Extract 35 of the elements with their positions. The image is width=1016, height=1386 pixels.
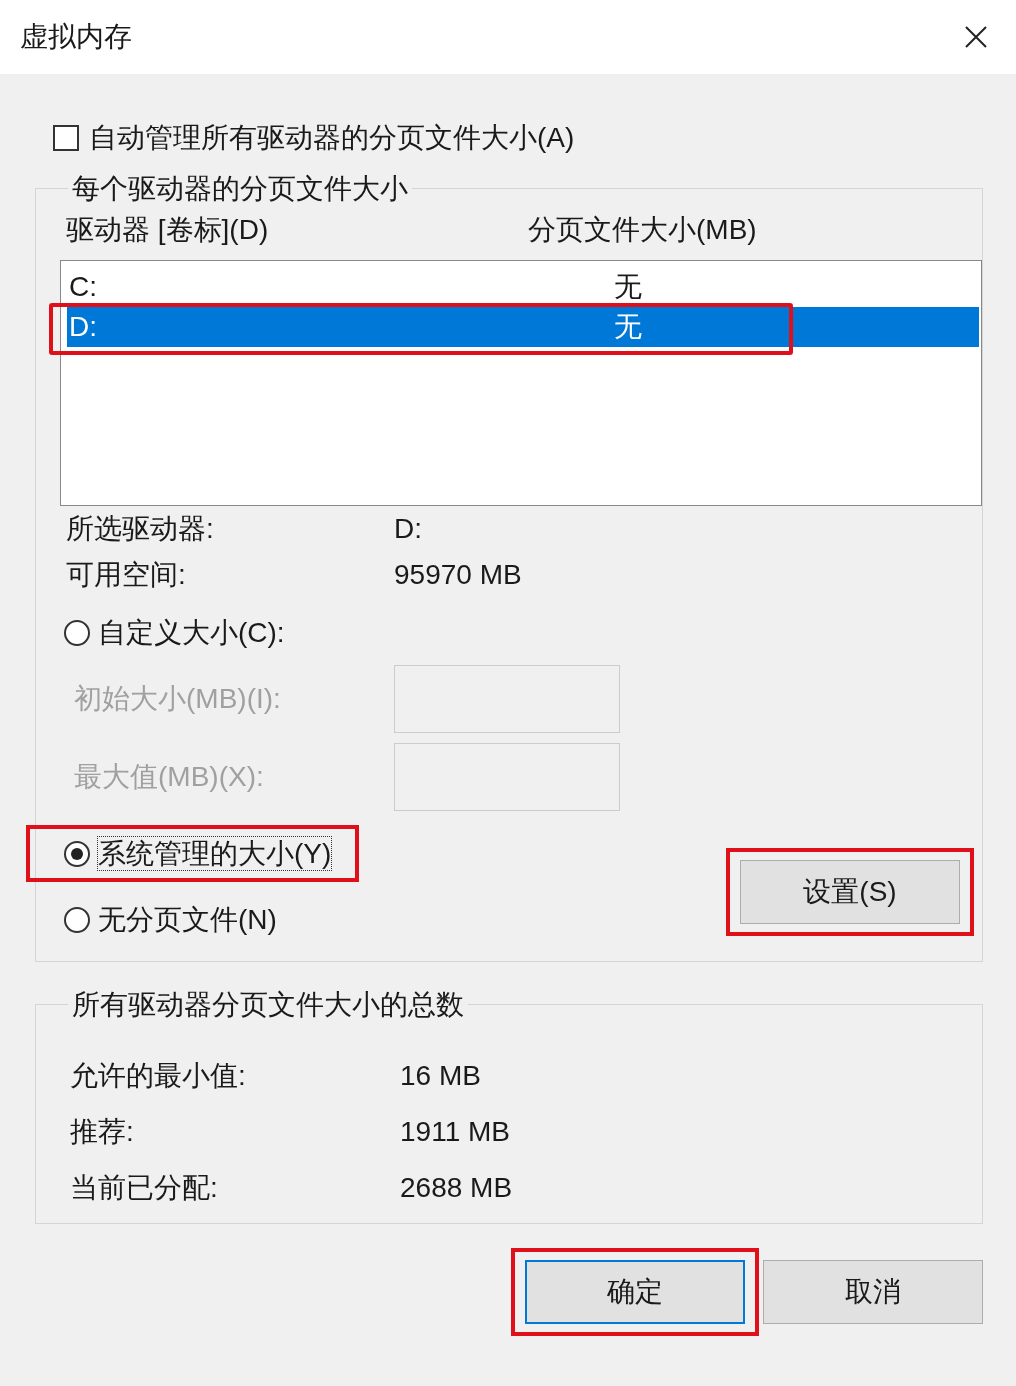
radio-button[interactable] xyxy=(64,906,90,933)
info-value: D: xyxy=(394,511,422,546)
checkbox-label: 自动管理所有驱动器的分页文件大小(A) xyxy=(89,121,575,155)
total-label: 推荐: xyxy=(70,1114,135,1149)
radio-label: 自定义大小(C): xyxy=(98,615,285,650)
group-title: 所有驱动器分页文件大小的总数 xyxy=(71,988,465,1022)
drive-letter: D: xyxy=(68,309,98,344)
total-label: 当前已分配: xyxy=(70,1170,219,1205)
checkbox[interactable] xyxy=(53,125,79,151)
info-value: 95970 MB xyxy=(394,557,522,592)
set-button[interactable]: 设置(S) xyxy=(740,859,960,924)
window-title: 虚拟内存 xyxy=(20,20,132,54)
column-header: 驱动器 [卷标](D) xyxy=(66,212,270,247)
field-label: 初始大小(MB)(I): xyxy=(74,681,282,716)
total-value: 16 MB xyxy=(400,1058,481,1093)
group-title: 每个驱动器的分页文件大小 xyxy=(71,172,409,206)
total-label: 允许的最小值: xyxy=(70,1058,247,1093)
paging-size: 无 xyxy=(614,309,642,344)
radio-button[interactable] xyxy=(64,619,90,646)
close-icon[interactable] xyxy=(964,25,988,49)
radio-label: 无分页文件(N) xyxy=(98,902,277,937)
radio-button[interactable] xyxy=(64,840,90,867)
paging-size: 无 xyxy=(614,269,642,304)
info-label: 可用空间: xyxy=(66,557,187,592)
drive-row[interactable]: C: 无 xyxy=(67,266,979,307)
ok-button[interactable]: 确定 xyxy=(525,1260,745,1324)
info-label: 所选驱动器: xyxy=(66,511,215,546)
drive-row[interactable]: D: 无 xyxy=(67,306,979,347)
cancel-button[interactable]: 取消 xyxy=(763,1260,983,1324)
drive-letter: C: xyxy=(68,269,98,304)
total-value: 1911 MB xyxy=(400,1114,510,1149)
field-label: 最大值(MB)(X): xyxy=(74,759,265,794)
total-value: 2688 MB xyxy=(400,1170,513,1205)
column-header: 分页文件大小(MB) xyxy=(528,212,757,247)
radio-label: 系统管理的大小(Y) xyxy=(98,836,332,871)
